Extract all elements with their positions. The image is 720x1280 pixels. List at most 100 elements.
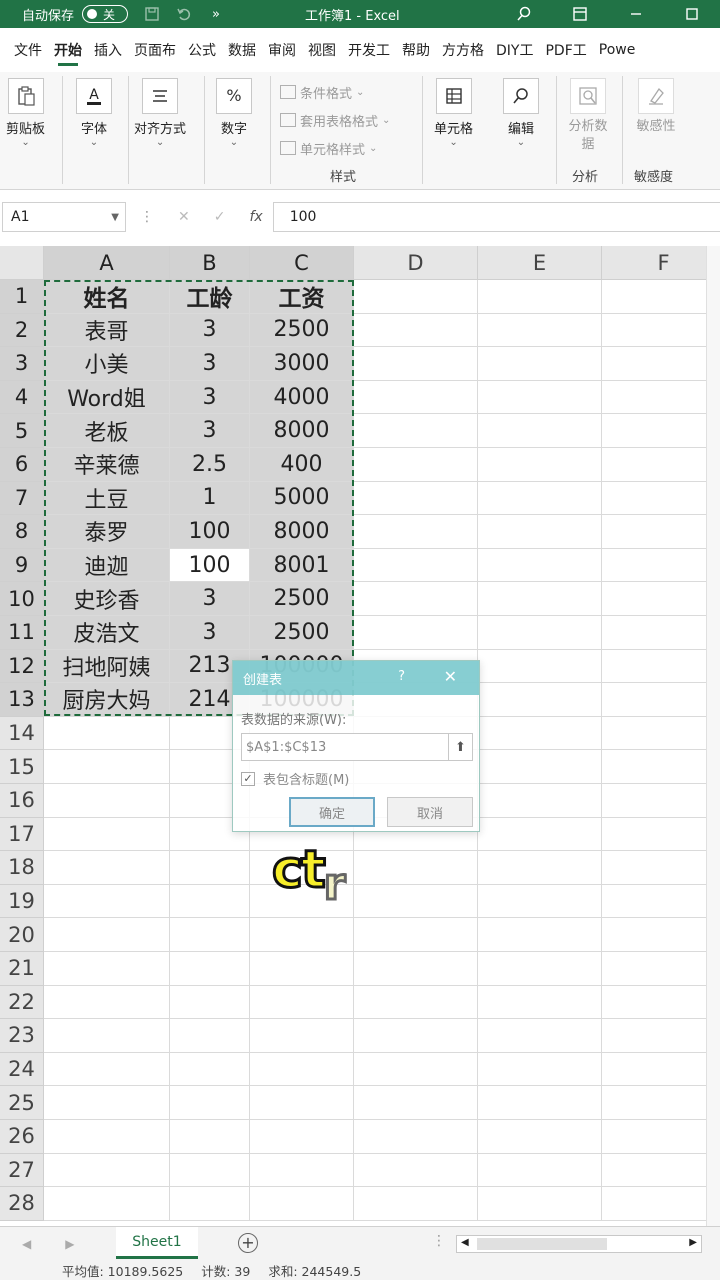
row-header-6[interactable]: 6 (0, 448, 44, 482)
insert-function-icon[interactable]: fx (249, 209, 262, 225)
cell-d8[interactable] (354, 515, 478, 549)
cell-e14[interactable] (478, 716, 602, 751)
next-sheet-icon[interactable]: ▶ (65, 1237, 74, 1251)
cell-f8[interactable] (602, 515, 720, 549)
cell-a20[interactable] (44, 918, 170, 952)
help-icon[interactable]: ? (398, 669, 405, 684)
tab-review[interactable]: 审阅 (262, 28, 302, 72)
cell-b22[interactable] (170, 985, 250, 1020)
cell-a13[interactable]: 厨房大妈 (44, 683, 170, 717)
cell-a19[interactable] (44, 884, 170, 919)
row-header-21[interactable]: 21 (0, 952, 44, 986)
tab-file[interactable]: 文件 (8, 28, 48, 72)
tab-pdf[interactable]: PDF工 (539, 28, 592, 72)
cell-e27[interactable] (478, 1153, 602, 1188)
tab-help[interactable]: 帮助 (396, 28, 436, 72)
cell-e21[interactable] (478, 952, 602, 986)
cell-f26[interactable] (602, 1120, 720, 1154)
cell-a3[interactable]: 小美 (44, 347, 170, 381)
cell-a6[interactable]: 辛莱德 (44, 448, 170, 482)
maximize-icon[interactable] (664, 0, 720, 28)
cell-b9[interactable]: 100 (170, 548, 250, 583)
row-header-14[interactable]: 14 (0, 716, 44, 751)
cell-d3[interactable] (354, 347, 478, 381)
row-header-11[interactable]: 11 (0, 616, 44, 650)
cell-b28[interactable] (170, 1187, 250, 1221)
clipboard-group[interactable]: 剪贴板 ⌄ (6, 78, 45, 148)
column-header-a[interactable]: A (44, 246, 170, 280)
tab-fangfang[interactable]: 方方格 (436, 28, 490, 72)
search-icon[interactable] (496, 0, 552, 28)
cell-c1[interactable]: 工资 (250, 280, 354, 314)
cell-d26[interactable] (354, 1120, 478, 1154)
cell-a25[interactable] (44, 1086, 170, 1120)
formula-input[interactable]: 100 (272, 202, 720, 232)
cell-a28[interactable] (44, 1187, 170, 1221)
row-header-1[interactable]: 1 (0, 280, 44, 314)
cell-d1[interactable] (354, 280, 478, 314)
cell-e20[interactable] (478, 918, 602, 952)
enter-icon[interactable]: ✓ (214, 209, 226, 225)
cell-f2[interactable] (602, 314, 720, 348)
cell-b11[interactable]: 3 (170, 616, 250, 650)
row-header-8[interactable]: 8 (0, 515, 44, 549)
row-header-10[interactable]: 10 (0, 582, 44, 616)
cell-b24[interactable] (170, 1052, 250, 1087)
cell-b1[interactable]: 工龄 (170, 280, 250, 314)
cell-c11[interactable]: 2500 (250, 616, 354, 650)
cell-d24[interactable] (354, 1052, 478, 1087)
cell-c6[interactable]: 400 (250, 448, 354, 482)
cell-d9[interactable] (354, 548, 478, 583)
cell-b10[interactable]: 3 (170, 582, 250, 616)
cell-f27[interactable] (602, 1154, 720, 1188)
number-group[interactable]: % 数字 ⌄ (216, 78, 252, 148)
cell-e26[interactable] (478, 1120, 602, 1154)
cell-e13[interactable] (478, 683, 602, 717)
close-icon[interactable]: ✕ (444, 667, 457, 686)
cell-c2[interactable]: 2500 (250, 313, 354, 348)
cell-c24[interactable] (250, 1052, 354, 1087)
cell-f7[interactable] (602, 482, 720, 516)
cell-c20[interactable] (250, 918, 354, 952)
cell-a23[interactable] (44, 1019, 170, 1053)
cell-c3[interactable]: 3000 (250, 347, 354, 381)
cell-c21[interactable] (250, 952, 354, 986)
alignment-group[interactable]: 对齐方式 ⌄ (134, 78, 186, 148)
cell-c7[interactable]: 5000 (250, 481, 354, 516)
tab-developer[interactable]: 开发工 (342, 28, 396, 72)
cell-b21[interactable] (170, 952, 250, 986)
cell-b20[interactable] (170, 918, 250, 952)
cell-b3[interactable]: 3 (170, 347, 250, 381)
cell-a24[interactable] (44, 1052, 170, 1087)
name-box[interactable]: A1 ▼ (2, 202, 126, 232)
cell-b5[interactable]: 3 (170, 414, 250, 448)
cell-d19[interactable] (354, 884, 478, 919)
cell-a4[interactable]: Word姐 (44, 380, 170, 415)
cell-c4[interactable]: 4000 (250, 380, 354, 415)
scroll-left-icon[interactable]: ◀ (461, 1237, 469, 1248)
cell-d23[interactable] (354, 1019, 478, 1053)
cell-d6[interactable] (354, 448, 478, 482)
cell-a17[interactable] (44, 817, 170, 852)
cell-a22[interactable] (44, 985, 170, 1020)
cell-b18[interactable] (170, 851, 250, 885)
add-sheet-icon[interactable]: + (238, 1233, 258, 1253)
format-as-table-button[interactable]: 套用表格格式 ⌄ (280, 106, 390, 134)
cell-c25[interactable] (250, 1086, 354, 1120)
cell-e2[interactable] (478, 313, 602, 348)
row-header-25[interactable]: 25 (0, 1086, 44, 1120)
cell-b2[interactable]: 3 (170, 313, 250, 348)
cell-e8[interactable] (478, 515, 602, 549)
row-header-2[interactable]: 2 (0, 313, 44, 348)
cell-e1[interactable] (478, 280, 602, 314)
sensitivity-button[interactable]: 敏感性 (636, 78, 676, 136)
cell-d22[interactable] (354, 985, 478, 1020)
row-header-24[interactable]: 24 (0, 1052, 44, 1087)
collapse-dialog-icon[interactable]: ⬆ (448, 734, 472, 760)
sheet-tab[interactable]: Sheet1 (116, 1227, 198, 1259)
cell-e16[interactable] (478, 784, 602, 818)
cell-f3[interactable] (602, 347, 720, 381)
analyze-data-button[interactable]: 分析数据 (568, 78, 608, 154)
cell-f11[interactable] (602, 616, 720, 650)
cell-f24[interactable] (602, 1053, 720, 1087)
